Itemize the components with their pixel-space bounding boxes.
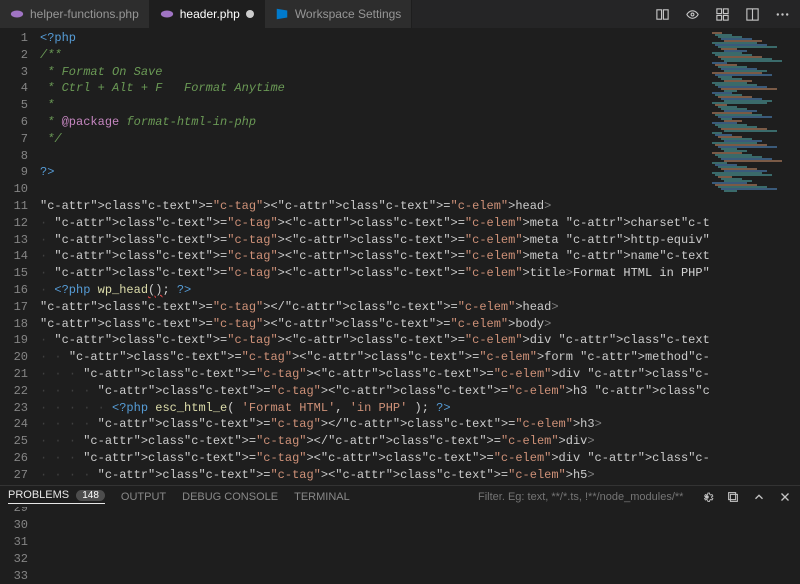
chevron-up-icon[interactable] — [752, 490, 766, 504]
preview-icon[interactable] — [684, 6, 700, 22]
dirty-indicator-icon — [246, 10, 254, 18]
panel-tab-debug[interactable]: DEBUG CONSOLE — [182, 491, 278, 503]
editor-area: 1234567891011121314151617181920212223242… — [0, 28, 800, 485]
minimap[interactable] — [710, 28, 800, 485]
code-content[interactable]: <?php/** * Format On Save * Ctrl + Alt +… — [40, 28, 710, 485]
php-file-icon — [160, 7, 174, 21]
problems-badge: 148 — [76, 490, 105, 501]
line-gutter: 1234567891011121314151617181920212223242… — [0, 28, 40, 485]
tab-label: Workspace Settings — [295, 7, 402, 21]
tab-label: header.php — [180, 7, 240, 21]
tab-header-php[interactable]: header.php — [150, 0, 265, 28]
more-icon[interactable] — [774, 6, 790, 22]
close-icon[interactable] — [778, 490, 792, 504]
filter-input[interactable] — [478, 491, 688, 503]
tab-workspace-settings[interactable]: Workspace Settings — [265, 0, 413, 28]
tab-label: helper-functions.php — [30, 7, 139, 21]
collapse-all-icon[interactable] — [726, 490, 740, 504]
gear-icon[interactable] — [700, 490, 714, 504]
extension-icon[interactable] — [714, 6, 730, 22]
panel-tab-terminal[interactable]: TERMINAL — [294, 491, 350, 503]
panel-tab-problems[interactable]: PROBLEMS 148 — [8, 489, 105, 504]
php-file-icon — [10, 7, 24, 21]
panel-problems-label: PROBLEMS — [8, 489, 69, 501]
bottom-panel: PROBLEMS 148 OUTPUT DEBUG CONSOLE TERMIN… — [0, 485, 800, 507]
vs-file-icon — [275, 7, 289, 21]
split-editor-icon[interactable] — [744, 6, 760, 22]
panel-tab-output[interactable]: OUTPUT — [121, 491, 166, 503]
compare-icon[interactable] — [654, 6, 670, 22]
editor-tabs: helper-functions.php header.php Workspace … — [0, 0, 800, 28]
tab-helper-functions-php[interactable]: helper-functions.php — [0, 0, 150, 28]
